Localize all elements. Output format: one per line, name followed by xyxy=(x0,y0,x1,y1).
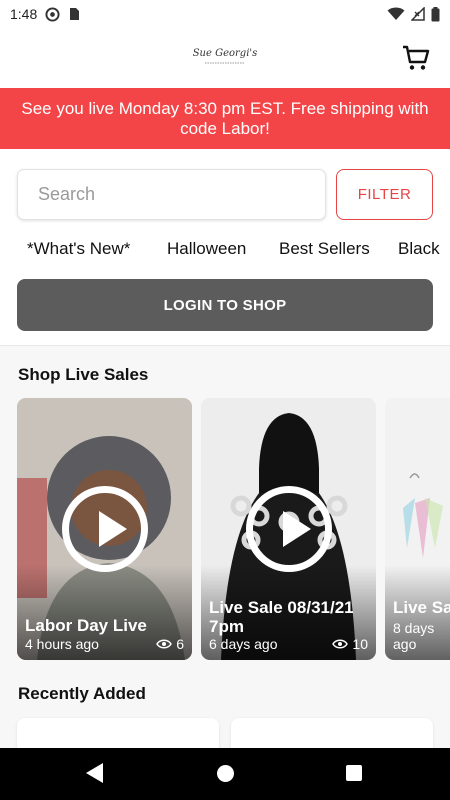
app-header: Sue Georgi's xyxy=(0,28,450,88)
system-nav-bar xyxy=(0,748,450,800)
cart-icon[interactable] xyxy=(402,44,430,72)
logo-underline xyxy=(204,62,245,64)
category-tab-black[interactable]: Black xyxy=(398,239,440,259)
view-count-value: 10 xyxy=(352,636,368,652)
view-count: 6 xyxy=(156,636,184,652)
eye-icon xyxy=(156,639,173,649)
live-sale-card[interactable]: Live Sale 7pm 8 days ago xyxy=(385,398,450,660)
status-time: 1:48 xyxy=(10,6,38,22)
at-sign-icon xyxy=(45,6,60,22)
status-left: 1:48 xyxy=(10,6,80,22)
live-sale-title: Labor Day Live xyxy=(25,616,147,635)
shop-live-sales-title: Shop Live Sales xyxy=(18,365,149,384)
login-to-shop-button[interactable]: LOGIN TO SHOP xyxy=(17,279,433,331)
play-icon[interactable] xyxy=(61,486,148,572)
home-icon[interactable] xyxy=(217,765,234,782)
product-card[interactable] xyxy=(17,718,219,748)
product-card[interactable] xyxy=(231,718,433,748)
status-bar: 1:48 xyxy=(0,0,450,28)
sim-card-icon xyxy=(70,8,80,20)
promo-banner-text: See you live Monday 8:30 pm EST. Free sh… xyxy=(21,99,429,138)
no-signal-icon xyxy=(411,7,425,21)
live-sale-time: 6 days ago xyxy=(209,636,278,652)
back-icon[interactable] xyxy=(86,763,103,783)
search-input[interactable] xyxy=(17,169,326,220)
search-row: FILTER xyxy=(17,169,433,220)
wifi-icon xyxy=(387,7,405,20)
promo-banner: See you live Monday 8:30 pm EST. Free sh… xyxy=(0,88,450,149)
brand-logo-text: Sue Georgi's xyxy=(192,48,258,59)
play-icon[interactable] xyxy=(245,486,332,572)
view-count-value: 6 xyxy=(176,636,184,652)
live-sale-card[interactable]: Live Sale 08/31/21 7pm 6 days ago 10 xyxy=(201,398,376,660)
brand-logo[interactable]: Sue Georgi's xyxy=(192,48,258,67)
category-tabs: *What's New* Halloween Best Sellers Blac… xyxy=(0,232,450,266)
live-sale-card[interactable]: Labor Day Live 4 hours ago 6 xyxy=(17,398,192,660)
filter-button[interactable]: FILTER xyxy=(336,169,433,220)
category-tab-best-sellers[interactable]: Best Sellers xyxy=(279,239,370,259)
live-sale-title: Live Sale 7pm xyxy=(393,598,450,617)
recently-added-title: Recently Added xyxy=(18,684,146,703)
eye-icon xyxy=(332,639,349,649)
battery-icon xyxy=(431,6,440,21)
recents-icon[interactable] xyxy=(346,765,362,781)
category-tab-whats-new[interactable]: *What's New* xyxy=(27,239,130,259)
status-right xyxy=(387,6,440,22)
live-sale-time: 4 hours ago xyxy=(25,636,99,652)
content-area: Shop Live Sales Labor Day Live 4 hours a… xyxy=(0,345,450,748)
view-count: 10 xyxy=(332,636,368,652)
live-sale-title: Live Sale 08/31/21 7pm xyxy=(209,598,354,636)
live-sale-time: 8 days ago xyxy=(393,620,435,652)
category-tab-halloween[interactable]: Halloween xyxy=(167,239,246,259)
